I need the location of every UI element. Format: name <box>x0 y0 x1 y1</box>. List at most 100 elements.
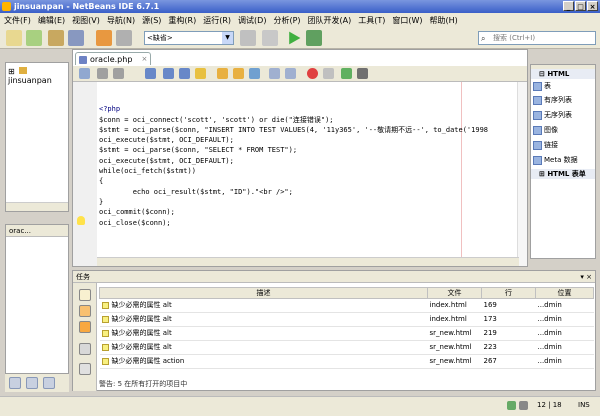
chevron-down-icon[interactable]: ▼ <box>222 32 233 44</box>
find-icon[interactable] <box>145 68 156 79</box>
close-button[interactable]: × <box>587 1 598 11</box>
caret-position: 12 | 18 <box>537 401 562 409</box>
comment-icon[interactable] <box>341 68 352 79</box>
palette-item-ordered-list[interactable]: 有序列表 <box>533 95 593 106</box>
menu-profile[interactable]: 分析(P) <box>273 15 300 26</box>
task-description: 缺少必需的属性 action <box>111 357 185 365</box>
code-line: while(oci_fetch($stmt)) <box>99 167 196 176</box>
open-project-icon[interactable] <box>48 30 64 46</box>
project-tree-root[interactable]: ⊞ jinsuanpan <box>8 67 68 85</box>
search-field[interactable]: ⌕ 搜索 (Ctrl+I) <box>478 31 596 45</box>
filter-icon[interactable] <box>79 343 91 355</box>
menu-team[interactable]: 团队开发(A) <box>308 15 352 26</box>
palette-item-table[interactable]: 表 <box>533 81 593 92</box>
prev-bookmark-icon[interactable] <box>217 68 228 79</box>
config-select[interactable]: <缺省> ▼ <box>144 31 234 45</box>
clean-build-icon[interactable] <box>240 30 256 46</box>
services-tab-icon[interactable] <box>43 377 55 389</box>
column-location[interactable]: 位置 <box>535 287 594 299</box>
debug-icon[interactable] <box>306 30 322 46</box>
source-view-icon[interactable] <box>79 68 90 79</box>
save-all-icon[interactable] <box>68 30 84 46</box>
group-icon[interactable] <box>79 363 91 375</box>
menu-bar: 文件(F) 编辑(E) 视图(V) 导航(N) 源(S) 重构(R) 运行(R)… <box>0 13 600 27</box>
tasks-panel-controls[interactable]: ▾ × <box>580 271 592 283</box>
progress-icon[interactable] <box>519 401 528 410</box>
table-row[interactable]: 缺少必需的属性 alt index.html 169 ...dmin <box>99 298 594 313</box>
projects-hscrollbar[interactable] <box>6 202 68 211</box>
column-line[interactable]: 行 <box>481 287 536 299</box>
editor-tab-oracle[interactable]: oracle.php × <box>75 52 152 66</box>
uncomment-icon[interactable] <box>357 68 368 79</box>
record-macro-icon[interactable] <box>307 68 318 79</box>
task-location: ...dmin <box>535 312 594 327</box>
menu-help[interactable]: 帮助(H) <box>430 15 458 26</box>
bookmark-icon[interactable] <box>195 68 206 79</box>
task-description: 缺少必需的属性 alt <box>111 343 172 351</box>
maximize-button[interactable]: □ <box>575 1 586 11</box>
menu-window[interactable]: 窗口(W) <box>392 15 422 26</box>
menu-file[interactable]: 文件(F) <box>4 15 31 26</box>
projects-tab-icon[interactable] <box>9 377 21 389</box>
shift-left-icon[interactable] <box>269 68 280 79</box>
back-icon[interactable] <box>97 68 108 79</box>
code-line: oci_commit($conn); <box>99 208 175 217</box>
table-row[interactable]: 缺少必需的属性 action sr_new.html 267 ...dmin <box>99 354 594 369</box>
stop-macro-icon[interactable] <box>323 68 334 79</box>
forward-icon[interactable] <box>113 68 124 79</box>
redo-icon[interactable] <box>116 30 132 46</box>
expand-icon[interactable]: ⊞ <box>8 67 15 76</box>
menu-refactor[interactable]: 重构(R) <box>168 15 196 26</box>
toggle-highlight-icon[interactable] <box>249 68 260 79</box>
code-body[interactable]: <?php $conn = oci_connect('scott', 'scott… <box>99 94 488 248</box>
project-name[interactable]: jinsuanpan <box>8 76 52 85</box>
menu-edit[interactable]: 编辑(E) <box>38 15 65 26</box>
palette-section-forms[interactable]: ⊞ HTML 表单 <box>531 169 595 179</box>
palette-item-image[interactable]: 图像 <box>533 125 593 136</box>
code-line: <?php <box>99 105 121 114</box>
files-tab-icon[interactable] <box>26 377 38 389</box>
build-icon[interactable] <box>262 30 278 46</box>
shift-right-icon[interactable] <box>285 68 296 79</box>
close-tab-icon[interactable]: × <box>142 53 148 66</box>
menu-tools[interactable]: 工具(T) <box>358 15 385 26</box>
find-next-icon[interactable] <box>179 68 190 79</box>
code-line: $stmt = oci_parse($conn, "INSERT INTO TE… <box>99 125 489 134</box>
palette-item-link[interactable]: 链接 <box>533 140 593 151</box>
palette-section-html[interactable]: ⊟ HTML <box>531 69 595 79</box>
menu-run[interactable]: 运行(R) <box>203 15 231 26</box>
editor-vscrollbar[interactable] <box>517 82 527 266</box>
code-line: } <box>99 197 104 206</box>
menu-source[interactable]: 源(S) <box>142 15 161 26</box>
palette-item-label: Meta 数据 <box>544 156 578 164</box>
find-prev-icon[interactable] <box>163 68 174 79</box>
table-row[interactable]: 缺少必需的属性 alt sr_new.html 219 ...dmin <box>99 326 594 341</box>
menu-navigate[interactable]: 导航(N) <box>107 15 135 26</box>
task-line: 223 <box>481 340 536 355</box>
minimize-button[interactable]: _ <box>563 1 574 11</box>
notification-icon[interactable] <box>507 401 516 410</box>
tasks-status: 警告: 5 在所有打开的项目中 <box>99 380 188 388</box>
column-file[interactable]: 文件 <box>427 287 482 299</box>
php-file-icon <box>79 56 87 64</box>
undo-icon[interactable] <box>96 30 112 46</box>
new-project-icon[interactable] <box>26 30 42 46</box>
palette-item-meta[interactable]: Meta 数据 <box>533 155 593 166</box>
hint-bulb-icon[interactable] <box>77 216 85 225</box>
tasks-table: 描述 文件 行 位置 缺少必需的属性 alt index.html 169 ..… <box>99 287 594 369</box>
palette-item-unordered-list[interactable]: 无序列表 <box>533 110 593 121</box>
new-file-icon[interactable] <box>6 30 22 46</box>
config-value: <缺省> <box>147 34 173 42</box>
current-file-filter-icon[interactable] <box>79 289 91 301</box>
table-row[interactable]: 缺少必需的属性 alt sr_new.html 223 ...dmin <box>99 340 594 355</box>
run-icon[interactable] <box>289 31 301 45</box>
next-bookmark-icon[interactable] <box>233 68 244 79</box>
editor-hscrollbar[interactable] <box>97 257 519 266</box>
menu-view[interactable]: 视图(V) <box>72 15 100 26</box>
column-description[interactable]: 描述 <box>99 287 428 299</box>
menu-debug[interactable]: 调试(D) <box>238 15 266 26</box>
all-projects-filter-icon[interactable] <box>79 321 91 333</box>
main-project-filter-icon[interactable] <box>79 305 91 317</box>
navigator-tab[interactable]: orac... <box>6 225 68 237</box>
table-row[interactable]: 缺少必需的属性 alt index.html 173 ...dmin <box>99 312 594 327</box>
